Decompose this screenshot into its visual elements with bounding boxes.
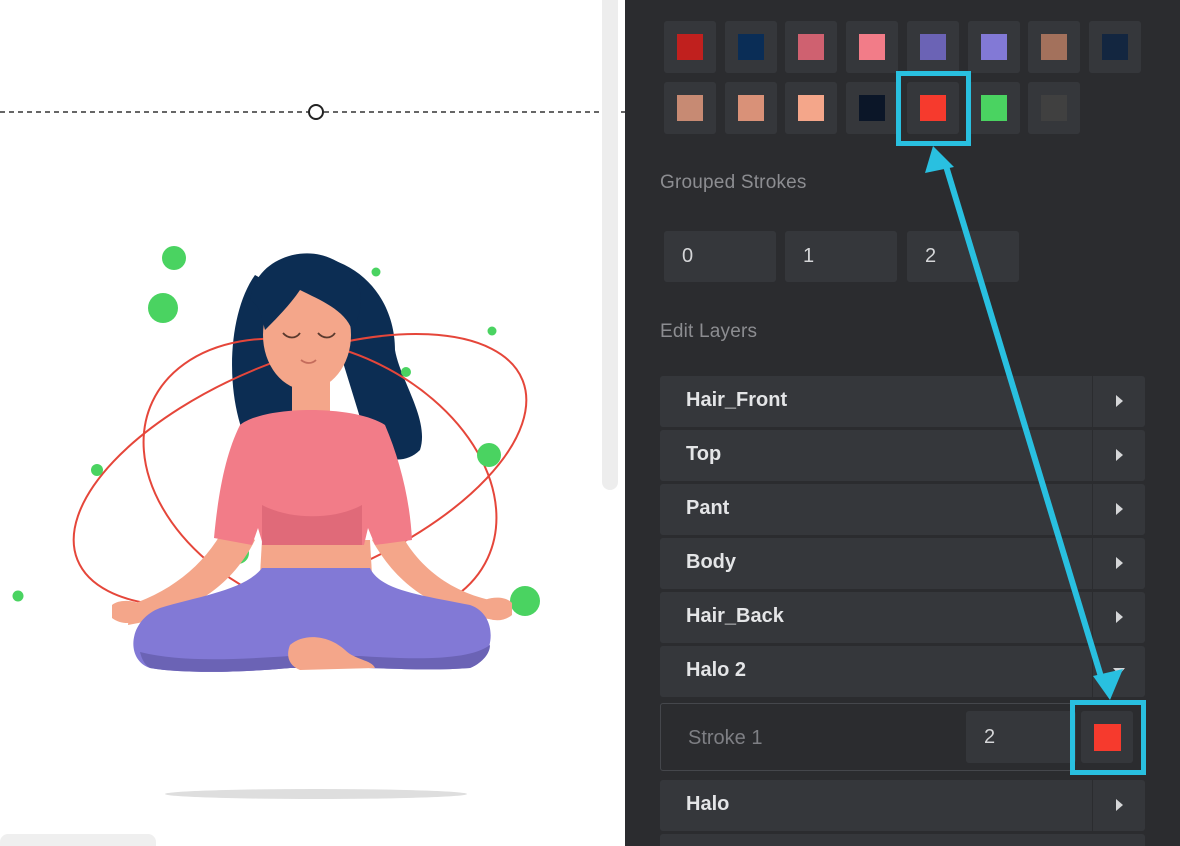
green-dot <box>487 326 497 336</box>
swatch-chip <box>798 95 825 121</box>
layer-row-top[interactable]: Top <box>660 430 1145 481</box>
swatch-chip <box>1101 34 1128 60</box>
canvas-bottom-tab[interactable] <box>0 834 156 846</box>
stroke-width-input[interactable]: 2 <box>966 711 1076 763</box>
canvas-scrollbar[interactable] <box>602 0 618 490</box>
expand-layer-button[interactable] <box>1093 376 1145 427</box>
stroke-width-value: 2 <box>984 726 996 748</box>
expand-layer-button[interactable] <box>1093 592 1145 643</box>
swatch-dark-navy[interactable] <box>1088 21 1141 73</box>
meditation-illustration <box>0 104 625 799</box>
green-dot <box>401 367 411 377</box>
caret-down-icon <box>1113 668 1125 675</box>
caret-right-icon <box>1116 503 1123 515</box>
layer-label: Hair_Back <box>686 605 784 627</box>
green-dot <box>477 443 501 467</box>
expand-layer-button[interactable] <box>1093 484 1145 535</box>
grouped-strokes-title: Grouped Strokes <box>660 172 807 193</box>
layer-row-next[interactable] <box>660 834 1145 846</box>
layer-label: Halo 2 <box>686 659 747 681</box>
layer-row-halo-2[interactable]: Halo 2 <box>660 646 1145 697</box>
layer-row-hair-back[interactable]: Hair_Back <box>660 592 1145 643</box>
swatch-chip <box>980 34 1007 60</box>
swatch-chip <box>980 95 1007 121</box>
swatch-dark-red[interactable] <box>664 21 716 73</box>
grouped-stroke-2[interactable]: 2 <box>907 231 1019 282</box>
swatch-chip <box>919 34 946 60</box>
edit-layers-title: Edit Layers <box>660 321 758 342</box>
swatch-black-blue[interactable] <box>846 82 899 134</box>
collapse-layer-button[interactable] <box>1093 646 1145 697</box>
layer-row-halo[interactable]: Halo <box>660 780 1145 831</box>
green-dot <box>148 293 178 323</box>
swatch-indigo[interactable] <box>906 21 959 73</box>
expand-layer-button[interactable] <box>1093 780 1145 831</box>
swatch-chip <box>677 95 703 121</box>
green-dot <box>371 267 381 277</box>
swatch-light-peach[interactable] <box>785 82 838 134</box>
layer-row-pant[interactable]: Pant <box>660 484 1145 535</box>
swatch-gray[interactable] <box>1028 82 1081 134</box>
green-dot <box>510 586 540 616</box>
swatch-chip <box>798 34 825 60</box>
swatch-rose[interactable] <box>785 21 838 73</box>
swatch-pink[interactable] <box>846 21 899 73</box>
caret-right-icon <box>1116 449 1123 461</box>
layer-label: Top <box>686 443 722 465</box>
green-dot <box>91 464 103 476</box>
swatch-brown[interactable] <box>1028 21 1081 73</box>
layer-row-body[interactable]: Body <box>660 538 1145 589</box>
floor-shadow <box>165 789 467 799</box>
swatch-chip <box>737 34 764 60</box>
swatch-chip <box>1041 34 1068 60</box>
path-handle <box>308 104 324 120</box>
layer-label: Halo <box>686 793 730 815</box>
swatch-chip <box>677 34 703 60</box>
grouped-stroke-1[interactable]: 1 <box>785 231 897 282</box>
stroke-label: Stroke 1 <box>688 727 763 749</box>
grouped-stroke-value: 0 <box>682 245 694 267</box>
highlight-box-palette-swatch <box>896 71 971 146</box>
grouped-stroke-value: 1 <box>803 245 815 267</box>
green-dot <box>12 590 24 602</box>
highlight-box-stroke-color <box>1070 700 1146 775</box>
caret-right-icon <box>1116 557 1123 569</box>
swatch-tan[interactable] <box>664 82 716 134</box>
green-dot <box>162 246 186 270</box>
grouped-stroke-value: 2 <box>925 245 937 267</box>
expand-layer-button[interactable] <box>1093 538 1145 589</box>
swatch-peach[interactable] <box>724 82 777 134</box>
swatch-chip <box>859 34 886 60</box>
caret-right-icon <box>1116 395 1123 407</box>
swatch-navy[interactable] <box>724 21 777 73</box>
grouped-stroke-0[interactable]: 0 <box>664 231 776 282</box>
layer-label: Body <box>686 551 736 573</box>
swatch-chip <box>1041 95 1068 121</box>
layer-row-hair-front[interactable]: Hair_Front <box>660 376 1145 427</box>
swatch-green[interactable] <box>967 82 1020 134</box>
layer-label: Hair_Front <box>686 389 788 411</box>
caret-right-icon <box>1116 799 1123 811</box>
caret-right-icon <box>1116 611 1123 623</box>
swatch-lavender[interactable] <box>967 21 1020 73</box>
swatch-chip <box>737 95 764 121</box>
artboard-canvas[interactable] <box>0 0 625 846</box>
expand-layer-button[interactable] <box>1093 430 1145 481</box>
swatch-chip <box>859 95 886 121</box>
layer-label: Pant <box>686 497 730 519</box>
